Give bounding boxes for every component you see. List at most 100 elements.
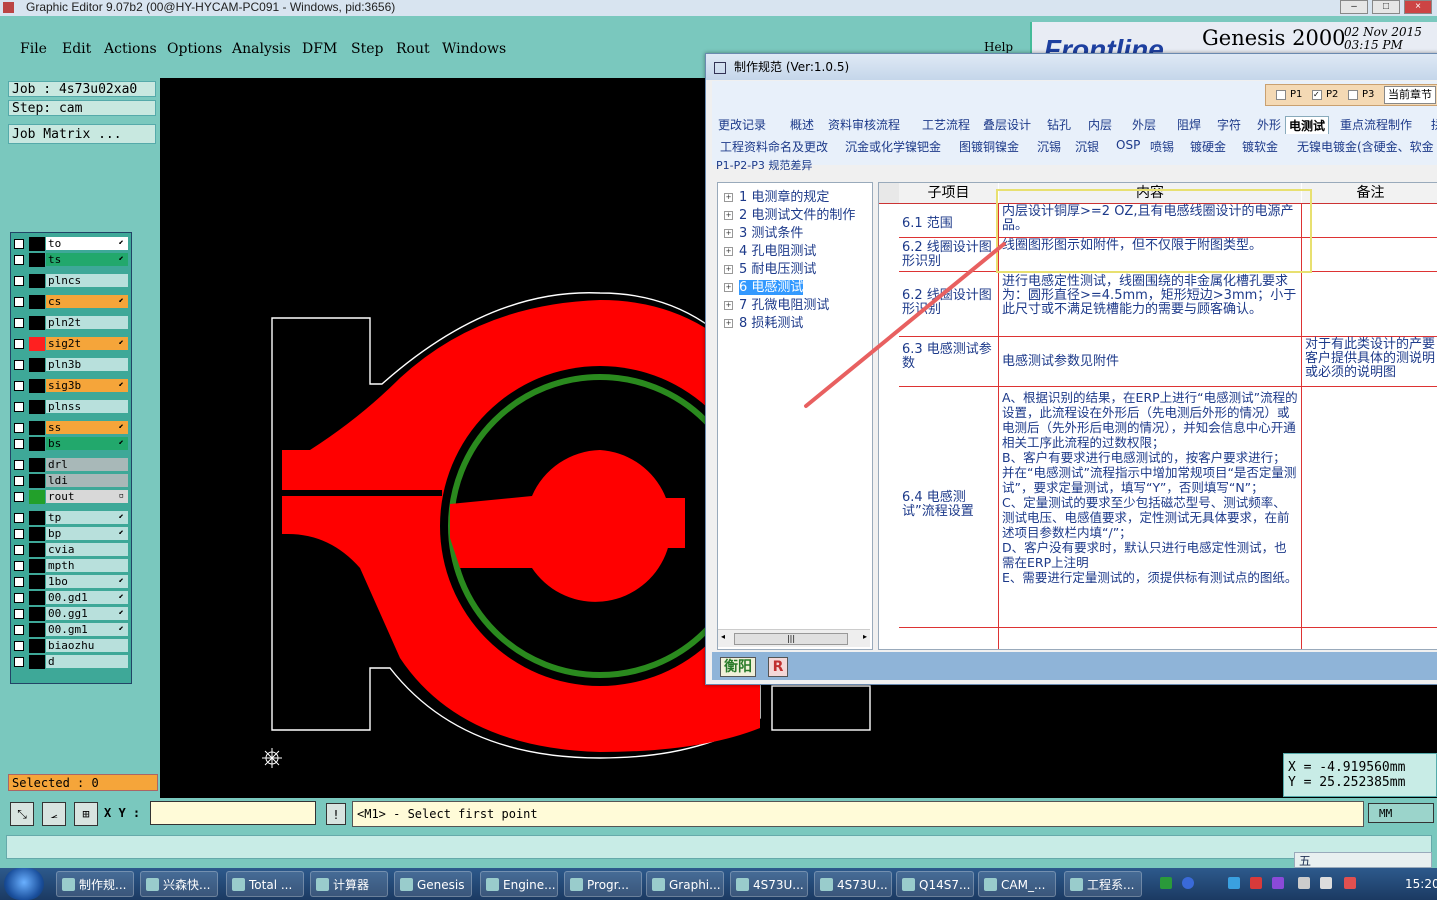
layer-checkbox[interactable]	[14, 593, 24, 603]
layer-color-swatch[interactable]	[29, 316, 45, 330]
tab-row2-item[interactable]: 镀软金	[1242, 138, 1278, 155]
layer-name[interactable]: plncs	[46, 274, 128, 287]
menu-dfm[interactable]: DFM	[302, 41, 337, 57]
layer-checkbox[interactable]	[14, 625, 24, 635]
layer-row[interactable]: pln3b	[11, 358, 131, 372]
layer-row[interactable]: biaozhu	[11, 639, 131, 653]
tab-row2-item[interactable]: 图镀铜镍金	[959, 138, 1019, 155]
layer-checkbox[interactable]	[14, 476, 24, 486]
tab-row2-item[interactable]: 无镍电镀金(含硬金、软金	[1297, 138, 1434, 155]
header-note[interactable]: 备注	[1302, 183, 1437, 204]
layer-checkbox[interactable]	[14, 513, 24, 523]
tree-node[interactable]: +3 测试条件	[724, 222, 803, 241]
layer-name[interactable]: 00.gd1 ⬋	[46, 591, 128, 604]
layer-row[interactable]: ldi	[11, 474, 131, 488]
tab-row1-item[interactable]: 概述	[790, 116, 814, 133]
layer-name[interactable]: 00.gm1 ⬋	[46, 623, 128, 636]
taskbar-button[interactable]: Progr...	[564, 871, 642, 897]
tab-row2-item[interactable]: 镀硬金	[1190, 138, 1226, 155]
layer-color-swatch[interactable]	[29, 490, 45, 504]
layer-checkbox[interactable]	[14, 423, 24, 433]
layer-color-swatch[interactable]	[29, 358, 45, 372]
expand-icon[interactable]: +	[724, 301, 733, 310]
layer-row[interactable]: bp ⬋	[11, 527, 131, 541]
layer-checkbox[interactable]	[14, 439, 24, 449]
layer-color-swatch[interactable]	[29, 379, 45, 393]
taskbar-button[interactable]: 工程系...	[1064, 871, 1142, 897]
taskbar-button[interactable]: Engine...	[480, 871, 558, 897]
layer-checkbox[interactable]	[14, 577, 24, 587]
taskbar-button[interactable]: 4S73U...	[730, 871, 808, 897]
p1-checkbox[interactable]	[1276, 90, 1286, 100]
expand-icon[interactable]: +	[724, 319, 733, 328]
volume-icon[interactable]	[1320, 877, 1332, 889]
layer-name[interactable]: ldi	[46, 474, 128, 487]
taskbar-button[interactable]: 制作规...	[56, 871, 134, 897]
layer-color-swatch[interactable]	[29, 559, 45, 573]
layer-name[interactable]: ts ⬋	[46, 253, 128, 266]
layer-name[interactable]: 1bo ⬋	[46, 575, 128, 588]
layer-checkbox[interactable]	[14, 561, 24, 571]
layer-color-swatch[interactable]	[29, 607, 45, 621]
layer-row[interactable]: pln2t	[11, 316, 131, 330]
layer-color-swatch[interactable]	[29, 655, 45, 669]
menu-windows[interactable]: Windows	[442, 41, 506, 57]
layer-row[interactable]: sig3b ⬋	[11, 379, 131, 393]
layer-color-swatch[interactable]	[29, 274, 45, 288]
layer-row[interactable]: 00.gg1 ⬋	[11, 607, 131, 621]
layer-name[interactable]: pln2t	[46, 316, 128, 329]
taskbar-button[interactable]: Genesis	[394, 871, 472, 897]
layer-name[interactable]: rout ▫	[46, 490, 128, 503]
monitor-icon[interactable]	[1298, 877, 1310, 889]
layer-checkbox[interactable]	[14, 297, 24, 307]
layer-checkbox[interactable]	[14, 609, 24, 619]
tree-node-label[interactable]: 3 测试条件	[739, 226, 803, 241]
tray-app-icon[interactable]	[1160, 877, 1172, 889]
layer-color-swatch[interactable]	[29, 543, 45, 557]
layer-color-swatch[interactable]	[29, 253, 45, 267]
layer-checkbox[interactable]	[14, 529, 24, 539]
menu-rout[interactable]: Rout	[396, 41, 430, 57]
taskbar-button[interactable]: Q14S7...	[896, 871, 974, 897]
menu-help[interactable]: Help	[984, 40, 1013, 54]
expand-icon[interactable]: +	[724, 193, 733, 202]
tab-row1-item[interactable]: 阻焊	[1177, 116, 1201, 133]
expand-icon[interactable]: +	[724, 265, 733, 274]
layer-checkbox[interactable]	[14, 318, 24, 328]
layer-name[interactable]: pln3b	[46, 358, 128, 371]
measure-tool-icon[interactable]: ⦟	[42, 802, 66, 826]
layer-color-swatch[interactable]	[29, 575, 45, 589]
layer-row[interactable]: to ⬋	[11, 237, 131, 251]
expand-icon[interactable]: +	[724, 211, 733, 220]
start-button[interactable]	[4, 868, 44, 900]
expand-icon[interactable]: +	[724, 229, 733, 238]
xy-input[interactable]	[150, 801, 316, 825]
layer-row[interactable]: d	[11, 655, 131, 669]
expand-icon[interactable]: +	[724, 283, 733, 292]
tab-row1-item[interactable]: 资料审核流程	[828, 116, 900, 133]
layer-color-swatch[interactable]	[29, 474, 45, 488]
scroll-left-icon[interactable]: ◂	[721, 632, 725, 641]
tab-row1-item[interactable]: 电测试	[1285, 116, 1330, 134]
r-button[interactable]: R	[768, 657, 788, 677]
layer-checkbox[interactable]	[14, 276, 24, 286]
layer-checkbox[interactable]	[14, 641, 24, 651]
tab-row2-item[interactable]: 沉锡	[1037, 138, 1061, 155]
tab-row1-item[interactable]: 工艺流程	[922, 116, 970, 133]
layer-row[interactable]: cvia	[11, 543, 131, 557]
tab-row1-item[interactable]: 叠层设计	[983, 116, 1031, 133]
layer-color-swatch[interactable]	[29, 591, 45, 605]
tree-node-label[interactable]: 8 损耗测试	[739, 316, 803, 331]
p3-checkbox[interactable]	[1348, 90, 1358, 100]
help-icon[interactable]	[1182, 877, 1194, 889]
expand-icon[interactable]: +	[724, 247, 733, 256]
layer-row[interactable]: ts ⬋	[11, 253, 131, 267]
layer-row[interactable]: plncs	[11, 274, 131, 288]
menu-options[interactable]: Options	[167, 41, 222, 57]
tab-row2-item[interactable]: OSP	[1116, 138, 1140, 152]
tab-row1-item[interactable]: 字符	[1217, 116, 1241, 133]
layer-row[interactable]: plnss	[11, 400, 131, 414]
layer-checkbox[interactable]	[14, 381, 24, 391]
tree-hscrollbar[interactable]: ◂ ||| ▸	[718, 629, 870, 647]
zoom-tool-icon[interactable]: ⤡	[10, 802, 34, 826]
